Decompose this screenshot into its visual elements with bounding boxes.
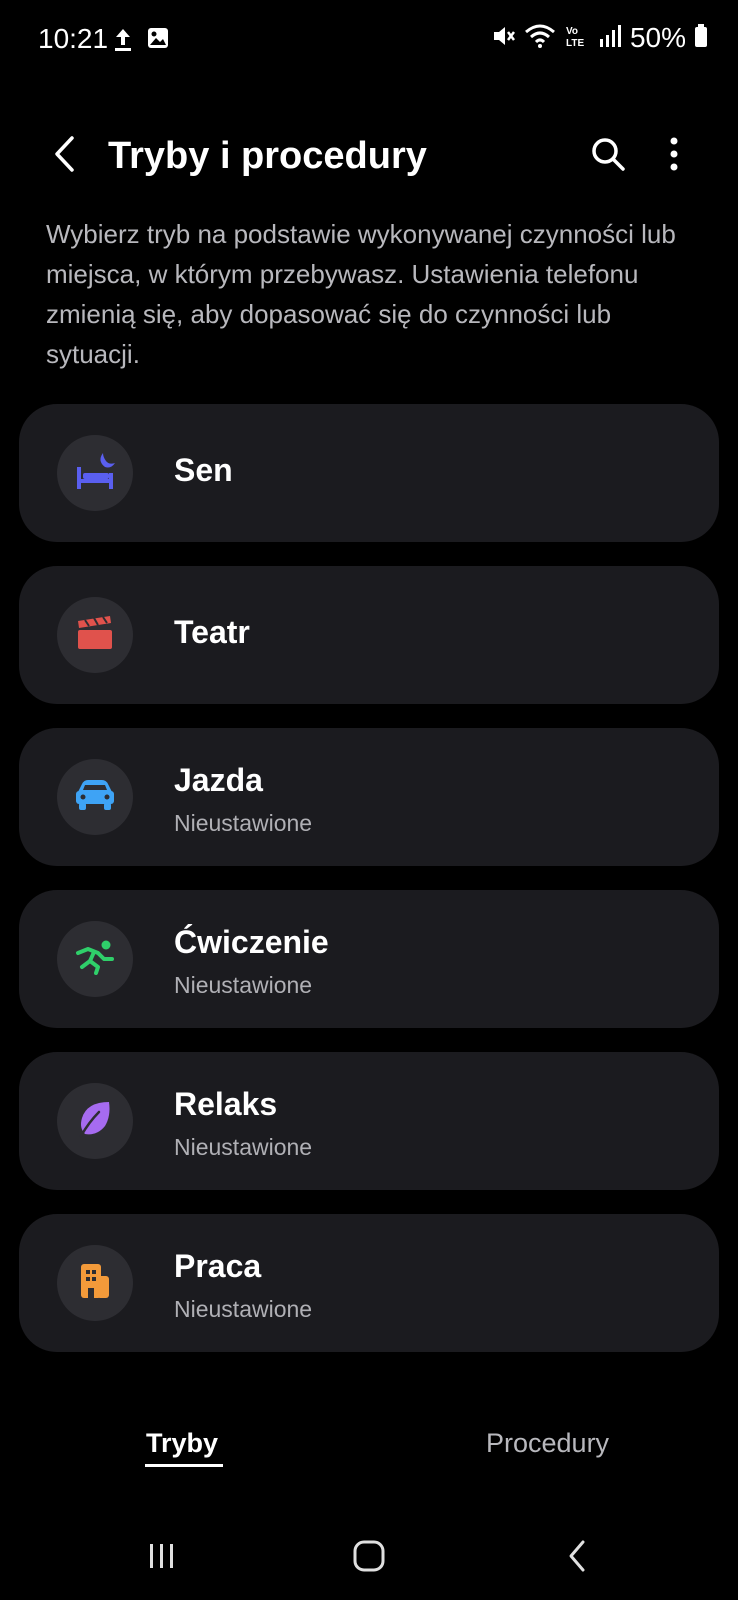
recents-button[interactable] (138, 1534, 186, 1582)
svg-text:LTE: LTE (566, 38, 584, 49)
page-title: Tryby i procedury (108, 135, 427, 177)
mode-item-teatr[interactable]: Teatr (19, 566, 719, 704)
mode-item-praca[interactable]: Praca Nieustawione (19, 1214, 719, 1352)
home-icon (352, 1539, 386, 1578)
app-header: Tryby i procedury (0, 120, 738, 192)
building-icon (77, 1262, 113, 1305)
upload-icon (112, 26, 134, 57)
search-icon (590, 136, 626, 177)
modes-list: Sen Teatr Jazda Nieustawione Ćwiczenie N… (19, 404, 719, 1376)
running-icon (74, 939, 116, 980)
mode-title: Jazda (174, 762, 263, 798)
system-navigation-bar (0, 1520, 738, 1590)
more-options-button[interactable] (652, 132, 696, 180)
mode-item-relaks[interactable]: Relaks Nieustawione (19, 1052, 719, 1190)
mode-title: Relaks (174, 1086, 278, 1122)
mode-item-sen[interactable]: Sen (19, 404, 719, 542)
home-button[interactable] (345, 1534, 393, 1582)
wifi-icon (524, 23, 556, 54)
search-button[interactable] (584, 132, 632, 180)
tab-tryby[interactable]: Tryby (146, 1428, 218, 1459)
volte-icon: Vo LTE (564, 23, 590, 54)
tab-procedury[interactable]: Procedury (486, 1428, 609, 1459)
mode-title: Praca (174, 1248, 262, 1284)
battery-icon (694, 23, 708, 54)
mode-item-jazda[interactable]: Jazda Nieustawione (19, 728, 719, 866)
mode-title: Ćwiczenie (174, 924, 329, 960)
status-time: 10:21 (38, 23, 109, 54)
mute-icon (490, 23, 516, 54)
car-icon (74, 778, 116, 817)
status-bar: 10:21 Vo LTE 50% (0, 0, 738, 84)
mode-title: Sen (174, 452, 233, 488)
leaf-icon (77, 1100, 113, 1143)
back-icon (52, 135, 76, 178)
nav-back-button[interactable] (553, 1534, 601, 1582)
mode-subtitle: Nieustawione (174, 1296, 313, 1322)
active-tab-indicator (145, 1464, 223, 1467)
signal-icon (598, 23, 622, 54)
bottom-tab-bar: Tryby Procedury (0, 1408, 738, 1468)
mode-title: Teatr (174, 614, 250, 650)
more-icon (669, 136, 679, 177)
svg-text:Vo: Vo (566, 26, 578, 37)
image-icon (146, 26, 170, 57)
recents-icon (146, 1540, 178, 1577)
back-button[interactable] (42, 132, 86, 180)
back-nav-icon (565, 1539, 589, 1578)
mode-subtitle: Nieustawione (174, 972, 313, 998)
page-description: Wybierz tryb na podstawie wykonywanej cz… (46, 219, 676, 369)
mode-subtitle: Nieustawione (174, 1134, 313, 1160)
sleep-icon (73, 451, 117, 496)
mode-subtitle: Nieustawione (174, 810, 313, 836)
battery-percentage: 50% (629, 22, 686, 53)
clapper-icon (75, 615, 115, 656)
mode-item-cwiczenie[interactable]: Ćwiczenie Nieustawione (19, 890, 719, 1028)
